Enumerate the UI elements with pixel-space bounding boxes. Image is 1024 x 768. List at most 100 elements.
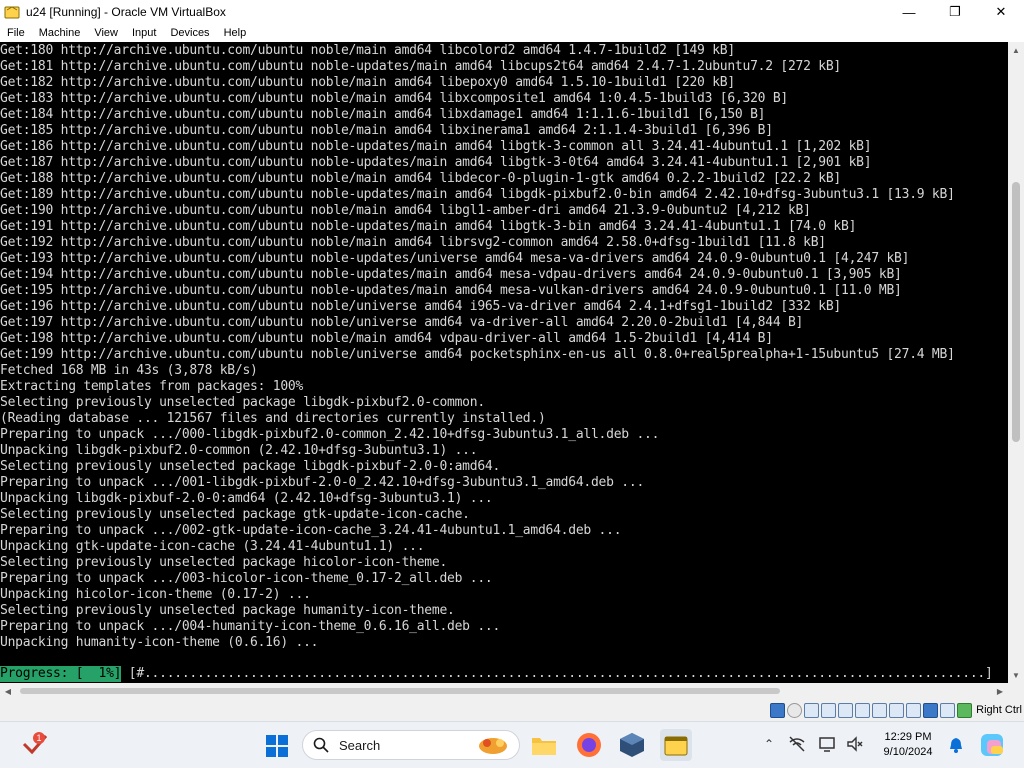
terminal-line: Fetched 168 MB in 43s (3,878 kB/s) <box>0 363 258 378</box>
mouse-integration-icon[interactable] <box>940 702 956 718</box>
recording-icon[interactable] <box>906 702 922 718</box>
terminal-line: Get:194 http://archive.ubuntu.com/ubuntu… <box>0 267 902 282</box>
maximize-button[interactable]: ❐ <box>932 0 978 24</box>
virtualbox-cube-icon <box>620 733 644 757</box>
folder-icon <box>532 738 556 755</box>
firefox-icon[interactable] <box>573 729 605 761</box>
menu-input[interactable]: Input <box>125 27 163 39</box>
terminal-line: Get:197 http://archive.ubuntu.com/ubuntu… <box>0 315 804 330</box>
terminal-line: Get:187 http://archive.ubuntu.com/ubuntu… <box>0 155 872 170</box>
virtualbox-vm-icon[interactable] <box>660 729 692 761</box>
show-hidden-icons-icon[interactable]: ⌃ <box>764 737 774 751</box>
copilot-icon[interactable] <box>978 731 1006 759</box>
terminal-line: Preparing to unpack .../001-libgdk-pixbu… <box>0 475 645 490</box>
terminal-line: Selecting previously unselected package … <box>0 603 455 618</box>
cpu-icon[interactable] <box>923 702 939 718</box>
display-settings-icon[interactable] <box>818 735 836 753</box>
notification-bell-icon[interactable] <box>946 735 966 755</box>
menu-file[interactable]: File <box>0 27 32 39</box>
terminal-line: Preparing to unpack .../003-hicolor-icon… <box>0 571 493 586</box>
horizontal-scroll-thumb[interactable] <box>20 688 780 694</box>
search-highlight-icon <box>479 738 507 754</box>
terminal-line: Get:196 http://archive.ubuntu.com/ubuntu… <box>0 299 842 314</box>
usb-icon[interactable] <box>838 702 854 718</box>
menu-machine[interactable]: Machine <box>32 27 88 39</box>
terminal-line: Get:181 http://archive.ubuntu.com/ubuntu… <box>0 59 842 74</box>
menu-bar: File Machine View Input Devices Help <box>0 24 1024 42</box>
scroll-left-arrow-icon[interactable]: ◀ <box>0 683 16 699</box>
terminal-line: Unpacking humanity-icon-theme (0.6.16) .… <box>0 635 319 650</box>
terminal-line: Unpacking gtk-update-icon-cache (3.24.41… <box>0 539 425 554</box>
terminal-line: Get:188 http://archive.ubuntu.com/ubuntu… <box>0 171 842 186</box>
host-key-label[interactable]: Right Ctrl <box>976 704 1022 716</box>
vertical-scrollbar[interactable]: ▲ ▼ <box>1008 42 1024 683</box>
close-button[interactable]: ✕ <box>978 0 1024 24</box>
terminal-line: (Reading database ... 121567 files and d… <box>0 411 546 426</box>
terminal-line: Get:199 http://archive.ubuntu.com/ubuntu… <box>0 347 955 362</box>
terminal-line: Selecting previously unselected package … <box>0 395 485 410</box>
window-titlebar[interactable]: u24 [Running] - Oracle VM VirtualBox — ❐… <box>0 0 1024 24</box>
firefox-logo-icon <box>577 733 601 757</box>
vertical-scroll-thumb[interactable] <box>1012 182 1020 442</box>
terminal-line: Preparing to unpack .../004-humanity-ico… <box>0 619 501 634</box>
taskbar-search[interactable]: Search <box>302 730 520 760</box>
progress-label: Progress: [ 1%] <box>0 666 122 682</box>
speaker-muted-icon[interactable] <box>846 735 864 753</box>
start-button[interactable] <box>263 732 291 760</box>
weather-alert-icon: 1 <box>22 732 48 755</box>
scroll-up-arrow-icon[interactable]: ▲ <box>1008 42 1024 58</box>
menu-help[interactable]: Help <box>217 27 254 39</box>
terminal-line: Preparing to unpack .../000-libgdk-pixbu… <box>0 427 660 442</box>
terminal-line: Get:183 http://archive.ubuntu.com/ubuntu… <box>0 91 788 106</box>
scroll-down-arrow-icon[interactable]: ▼ <box>1008 667 1024 683</box>
keyboard-icon[interactable] <box>957 702 973 718</box>
system-tray: ⌃ <box>764 735 864 753</box>
hard-disk-icon[interactable] <box>770 702 786 718</box>
virtualbox-app-icon <box>4 6 20 19</box>
terminal-line: Get:195 http://archive.ubuntu.com/ubuntu… <box>0 283 902 298</box>
clock-time: 12:29 PM <box>884 731 932 743</box>
terminal-line: Get:180 http://archive.ubuntu.com/ubuntu… <box>0 43 735 58</box>
audio-icon[interactable] <box>804 702 820 718</box>
horizontal-scrollbar[interactable]: ◀ ▶ <box>0 683 1008 699</box>
vm-console-screen[interactable]: Get:180 http://archive.ubuntu.com/ubuntu… <box>0 42 1008 683</box>
windows-taskbar: 1 Search ⌃ 12:29 PM 9/10/2024 <box>0 721 1024 768</box>
terminal-line: Unpacking hicolor-icon-theme (0.17-2) ..… <box>0 587 311 602</box>
terminal-line: Unpacking libgdk-pixbuf-2.0-0:amd64 (2.4… <box>0 491 493 506</box>
terminal-line: Selecting previously unselected package … <box>0 459 501 474</box>
terminal-line: Selecting previously unselected package … <box>0 555 448 570</box>
vm-status-bar: Right Ctrl <box>0 699 1024 721</box>
terminal-line: Get:193 http://archive.ubuntu.com/ubuntu… <box>0 251 910 266</box>
weather-widget[interactable]: 1 <box>20 730 50 760</box>
menu-devices[interactable]: Devices <box>163 27 216 39</box>
minimize-button[interactable]: — <box>886 0 932 24</box>
clock-date: 9/10/2024 <box>883 746 933 758</box>
terminal-line: Unpacking libgdk-pixbuf2.0-common (2.42.… <box>0 443 478 458</box>
progress-row: Progress: [ 1%] [#......................… <box>0 666 993 682</box>
terminal-line: Selecting previously unselected package … <box>0 507 470 522</box>
optical-drive-icon[interactable] <box>787 702 803 718</box>
bell-shape <box>950 738 962 753</box>
copilot-logo <box>981 734 1003 756</box>
shared-folders-icon[interactable] <box>855 702 871 718</box>
progress-bar: [#......................................… <box>121 666 993 681</box>
scroll-right-arrow-icon[interactable]: ▶ <box>992 683 1008 699</box>
terminal-line: Get:185 http://archive.ubuntu.com/ubuntu… <box>0 123 773 138</box>
terminal-line: Get:191 http://archive.ubuntu.com/ubuntu… <box>0 219 857 234</box>
terminal-line: Get:184 http://archive.ubuntu.com/ubuntu… <box>0 107 766 122</box>
terminal-line: Get:182 http://archive.ubuntu.com/ubuntu… <box>0 75 735 90</box>
menu-view[interactable]: View <box>87 27 125 39</box>
video-capture-icon[interactable] <box>889 702 905 718</box>
file-explorer-icon[interactable] <box>528 729 560 761</box>
search-placeholder: Search <box>339 737 381 753</box>
terminal-line: Preparing to unpack .../002-gtk-update-i… <box>0 523 622 538</box>
taskbar-clock[interactable]: 12:29 PM 9/10/2024 <box>876 729 940 761</box>
virtualbox-icon[interactable] <box>616 729 648 761</box>
terminal-line: Extracting templates from packages: 100% <box>0 379 304 394</box>
window-title: u24 [Running] - Oracle VM VirtualBox <box>26 5 226 19</box>
search-icon <box>313 737 329 753</box>
network-disconnected-icon[interactable] <box>788 735 806 753</box>
terminal-line: Get:186 http://archive.ubuntu.com/ubuntu… <box>0 139 872 154</box>
display-icon[interactable] <box>872 702 888 718</box>
network-icon[interactable] <box>821 702 837 718</box>
